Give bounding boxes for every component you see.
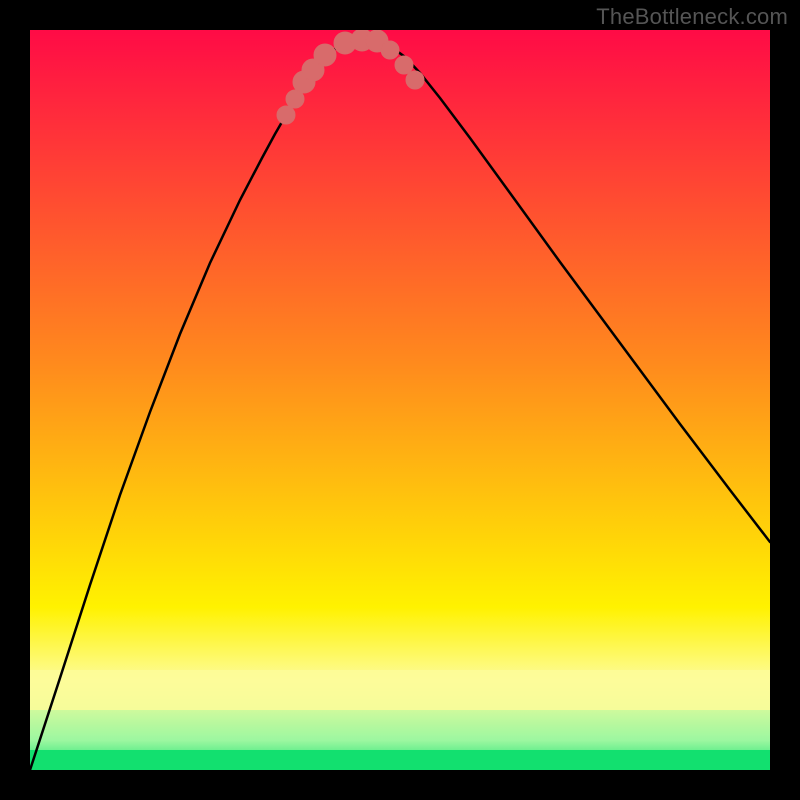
marker-point bbox=[277, 106, 295, 124]
chart-frame bbox=[30, 30, 770, 770]
bottleneck-chart bbox=[30, 30, 770, 770]
marker-point bbox=[406, 71, 424, 89]
gradient-background bbox=[30, 30, 770, 770]
pale-yellow-band bbox=[30, 670, 770, 710]
marker-point bbox=[314, 44, 336, 66]
attribution-text: TheBottleneck.com bbox=[596, 4, 788, 30]
marker-point bbox=[381, 41, 399, 59]
green-band bbox=[30, 750, 770, 770]
marker-point bbox=[395, 56, 413, 74]
